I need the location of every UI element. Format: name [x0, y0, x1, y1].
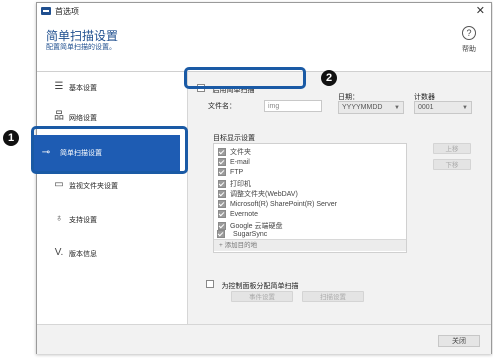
move-up-button[interactable]: 上移: [433, 143, 471, 154]
destination-label: Microsoft(R) SharePoint(R) Server: [230, 200, 337, 208]
list-item[interactable]: 调整文件夹(WebDAV): [218, 189, 298, 199]
window-close-icon[interactable]: ✕: [476, 4, 485, 18]
callout-badge-two: 2: [321, 70, 337, 86]
sidebar-item-basic[interactable]: ☰ 基本设置: [49, 76, 185, 98]
destination-label: 打印机: [230, 180, 251, 188]
sidebar-item-version[interactable]: V. 版本信息: [49, 242, 185, 264]
sidebar-item-label: 支持设置: [69, 217, 97, 224]
page-header: 简单扫描设置 配置简单扫描的设置。 ? 帮助: [37, 20, 491, 72]
destination-checkbox[interactable]: [217, 230, 225, 238]
help-label: 帮助: [462, 46, 476, 53]
sidebar-item-label: 基本设置: [69, 85, 97, 92]
add-destination-button[interactable]: + 添加目的地: [214, 239, 406, 251]
page-subtitle: 配置简单扫描的设置。: [46, 44, 116, 51]
folder-icon: ▭: [54, 179, 64, 190]
list-item[interactable]: E-mail: [218, 157, 250, 166]
counter-select[interactable]: 0001 ▼: [414, 101, 472, 114]
destination-label: E-mail: [230, 158, 250, 166]
list-item[interactable]: Evernote: [218, 210, 258, 218]
destination-checkbox[interactable]: [218, 157, 226, 166]
list-item[interactable]: 打印机: [218, 179, 251, 189]
list-item[interactable]: SugarSync: [217, 230, 267, 238]
sidebar-item-label: 监视文件夹设置: [69, 183, 118, 190]
destination-checkbox[interactable]: [218, 179, 226, 188]
destination-label: 调整文件夹(WebDAV): [230, 191, 298, 198]
chevron-down-icon: ▼: [394, 105, 400, 111]
sidebar-item-monitor-folder[interactable]: ▭ 监视文件夹设置: [49, 174, 185, 196]
list-icon: ☰: [54, 81, 64, 92]
network-icon: 品: [54, 111, 64, 122]
footer: 关闭: [37, 324, 491, 354]
move-down-button[interactable]: 下移: [433, 159, 471, 170]
wrench-icon: ♁: [55, 213, 63, 224]
destination-checkbox[interactable]: [218, 199, 226, 208]
callout-highlight-sidebar: [31, 126, 188, 174]
panel-assign-checkbox-box[interactable]: [206, 279, 214, 288]
destination-checkbox[interactable]: [218, 148, 226, 157]
destination-checkbox[interactable]: [218, 190, 226, 199]
sidebar-item-network[interactable]: 品 网络设置: [49, 106, 185, 128]
destination-label: Evernote: [230, 210, 259, 218]
sidebar-item-label: 版本信息: [69, 251, 97, 258]
sidebar-item-support[interactable]: ♁ 支持设置: [49, 208, 185, 230]
counter-value: 0001: [418, 104, 434, 111]
window-title: 首选项: [55, 7, 79, 16]
destination-checkbox[interactable]: [218, 168, 226, 176]
help-icon: ?: [462, 26, 476, 40]
list-item[interactable]: FTP: [218, 168, 243, 176]
preferences-window: 首选项 ✕ 简单扫描设置 配置简单扫描的设置。 ? 帮助 ☰ 基本设置 品 网络…: [34, 2, 492, 354]
settings-panel: 启用简单扫描 文件名： img 日期： YYYYMMDD ▼ 计数器 0001 …: [188, 72, 491, 324]
app-icon: [41, 7, 51, 15]
close-button[interactable]: 关闭: [438, 335, 480, 347]
sidebar-item-label: 网络设置: [69, 115, 97, 122]
job-settings-button[interactable]: 扫描设置: [302, 291, 364, 302]
callout-badge-one: 1: [3, 130, 19, 146]
event-settings-button[interactable]: 事件设置: [231, 291, 293, 302]
destination-checkbox[interactable]: [218, 210, 226, 218]
list-item[interactable]: Google 云端硬盘: [218, 221, 283, 231]
date-format-value: YYYYMMDD: [342, 104, 383, 111]
version-icon: V.: [54, 247, 64, 258]
destination-label: FTP: [230, 168, 244, 176]
destination-label: Google 云端硬盘: [230, 222, 283, 230]
help-button[interactable]: ? 帮助: [457, 26, 481, 54]
date-format-select[interactable]: YYYYMMDD ▼: [338, 101, 404, 114]
panel-assign-label: 为控制面板分配简单扫描: [221, 283, 299, 290]
title-bar: 首选项 ✕: [37, 3, 491, 20]
prefix-input[interactable]: img: [264, 100, 322, 112]
list-item[interactable]: Microsoft(R) SharePoint(R) Server: [218, 199, 337, 208]
chevron-down-icon: ▼: [462, 105, 468, 111]
destination-checkbox[interactable]: [218, 221, 226, 230]
sidebar: ☰ 基本设置 品 网络设置 ⊸ 简单扫描设置 ▭ 监视文件夹设置 ♁ 支持设置 …: [34, 72, 188, 324]
filename-label: 文件名：: [208, 103, 236, 110]
destination-settings-label: 目标显示设置: [213, 135, 255, 142]
callout-highlight-enable: [184, 67, 306, 89]
destination-label: SugarSync: [233, 230, 268, 238]
destination-label: 文件夹: [230, 149, 251, 156]
list-item[interactable]: 文件夹: [218, 147, 251, 157]
